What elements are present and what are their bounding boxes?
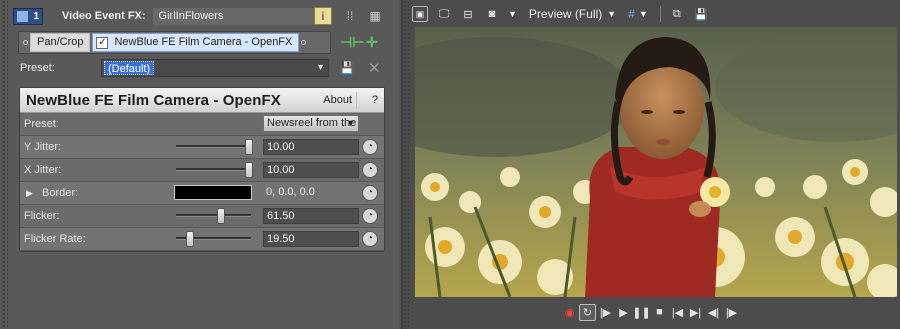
event-name: GirlInFlowers	[152, 7, 319, 25]
chain-link-icon	[23, 40, 28, 45]
parameter-list: Preset: Newsreel from the ▼ Y Jitter: 10.00 ◔…	[20, 113, 384, 251]
panel-grip[interactable]	[403, 0, 409, 329]
slider-track[interactable]	[176, 145, 251, 148]
track-number-icon: 1	[13, 7, 43, 25]
slider-thumb[interactable]	[186, 231, 194, 247]
parameter-label: X Jitter:	[24, 164, 62, 176]
chevron-down-icon[interactable]: ▼	[508, 9, 517, 19]
parameter-row: Flicker: 61.50 ◔	[20, 205, 384, 228]
parameter-label: Y Jitter:	[24, 141, 62, 153]
prev-marker-icon[interactable]: |◀	[669, 304, 686, 321]
chain-item-pan-crop[interactable]: Pan/Crop	[30, 33, 91, 52]
plugin-panel: NewBlue FE Film Camera - OpenFX About ? …	[19, 87, 385, 252]
parameter-label: Flicker Rate:	[24, 233, 86, 245]
expand-icon[interactable]: ▶	[26, 188, 36, 199]
stop-icon[interactable]: ■	[651, 304, 668, 321]
chevron-down-icon: ▼	[346, 118, 355, 128]
save-preset-icon[interactable]: 💾	[340, 61, 355, 75]
plugin-name: NewBlue FE Film Camera - OpenFX	[26, 91, 281, 109]
delete-preset-icon[interactable]: ✕	[368, 59, 381, 77]
help-button[interactable]: ?	[372, 92, 378, 109]
info-icon[interactable]: i	[314, 7, 332, 25]
chain-item-film-camera[interactable]: ✓ NewBlue FE Film Camera - OpenFX	[92, 33, 300, 52]
parameter-row: Y Jitter: 10.00 ◔	[20, 136, 384, 159]
preset-row: Preset: (Default) ▼ 💾 ✕	[20, 58, 392, 78]
parameter-label: Border:	[42, 187, 79, 199]
split-view-icon[interactable]: ⁞⁞	[341, 7, 359, 25]
slider-thumb[interactable]	[245, 162, 253, 178]
preset-select[interactable]: (Default) ▼	[101, 59, 329, 77]
animate-keyframe-icon[interactable]: ◔	[362, 139, 378, 155]
parameter-label: Flicker:	[24, 210, 60, 222]
split-screen-icon[interactable]: ⊟	[460, 6, 476, 22]
preview-quality[interactable]: Preview (Full)	[529, 7, 602, 21]
video-event-fx-panel: 1 Video Event FX: GirlInFlowers i ⁞⁞ ▦ P…	[0, 0, 399, 329]
loop-icon[interactable]: ↻	[579, 303, 596, 321]
chevron-down-icon[interactable]: ▼	[639, 9, 648, 19]
video-frame	[415, 27, 897, 297]
about-button[interactable]: About	[319, 92, 357, 109]
parameter-slider[interactable]	[170, 159, 260, 181]
next-marker-icon[interactable]: ▶|	[687, 304, 704, 321]
animate-keyframe-icon[interactable]: ◔	[362, 231, 378, 247]
parameter-value[interactable]: 0, 0.0, 0.0	[263, 185, 359, 201]
parameter-label: Preset:	[24, 118, 59, 130]
parameter-value[interactable]: 10.00	[263, 139, 359, 155]
fx-title-bar: 1 Video Event FX: GirlInFlowers	[9, 5, 395, 27]
record-icon[interactable]: ◉	[561, 304, 578, 321]
fx-title-label: Video Event FX:	[62, 10, 146, 22]
plugin-header: NewBlue FE Film Camera - OpenFX About ?	[20, 88, 384, 113]
preset-value: (Default)	[104, 61, 155, 75]
parameter-slider[interactable]	[170, 136, 260, 158]
remove-plug-in-icon[interactable]: ✛	[366, 34, 378, 51]
slider-thumb[interactable]	[245, 139, 253, 155]
status-bar	[415, 324, 895, 329]
parameter-value[interactable]: 61.50	[263, 208, 359, 224]
next-frame-icon[interactable]: |▶	[723, 304, 740, 321]
slider-track[interactable]	[176, 168, 251, 171]
slider-track[interactable]	[176, 214, 251, 217]
external-monitor-icon[interactable]: 🖵	[436, 6, 452, 22]
chevron-down-icon: ▼	[316, 62, 325, 72]
play-icon[interactable]: ▶	[615, 304, 632, 321]
toolbar-separator	[659, 6, 661, 22]
parameter-row: X Jitter: 10.00 ◔	[20, 159, 384, 182]
plugin-preset-dropdown[interactable]: Newsreel from the ▼	[263, 115, 359, 132]
bypass-checkbox[interactable]: ✓	[96, 36, 109, 49]
parameter-row: Flicker Rate: 19.50 ◔	[20, 228, 384, 251]
transport-controls: ◉ ↻ |▶ ▶ ❚❚ ■ |◀ ▶| ◀| |▶	[561, 303, 741, 321]
panel-grip[interactable]	[2, 0, 8, 329]
preset-label: Preset:	[20, 62, 55, 74]
video-preview-panel: ▣ 🖵 ⊟ ◙ ▼ Preview (Full) ▼ # ▼ ⧉ 💾 ◉ ↻ |…	[403, 0, 900, 329]
animate-keyframe-icon[interactable]: ◔	[362, 208, 378, 224]
preview-toolbar: ▣ 🖵 ⊟ ◙ ▼ Preview (Full) ▼ # ▼ ⧉ 💾	[412, 4, 717, 24]
save-snapshot-icon[interactable]: 💾	[693, 6, 709, 22]
preview-image	[415, 27, 897, 297]
parameter-slider[interactable]	[170, 205, 260, 227]
parameter-value[interactable]: 10.00	[263, 162, 359, 178]
animate-keyframe-icon[interactable]: ◔	[362, 162, 378, 178]
plugin-chain-bar: Pan/Crop ✓ NewBlue FE Film Camera - Open…	[18, 31, 331, 54]
prev-frame-icon[interactable]: ◀|	[705, 304, 722, 321]
vegas-window: 1 Video Event FX: GirlInFlowers i ⁞⁞ ▦ P…	[0, 0, 900, 329]
play-from-start-icon[interactable]: |▶	[597, 304, 614, 321]
parameter-value[interactable]: 19.50	[263, 231, 359, 247]
grid-view-icon[interactable]: ▦	[366, 7, 384, 25]
copy-snapshot-icon[interactable]: ⧉	[669, 6, 685, 22]
chevron-down-icon[interactable]: ▼	[607, 9, 616, 19]
plugin-preset-value: Newsreel from the	[267, 117, 357, 129]
properties-icon[interactable]: ▣	[412, 6, 428, 22]
parameter-row: ▶ Border: 0, 0.0, 0.0 ◔	[20, 182, 384, 205]
border-color-swatch[interactable]	[174, 185, 252, 200]
overlay-icon[interactable]: ◙	[484, 6, 500, 22]
grid-icon[interactable]: #	[628, 7, 635, 21]
animate-keyframe-icon[interactable]: ◔	[362, 185, 378, 201]
plug-in-chain-icon[interactable]: ⊣⊢	[340, 34, 364, 51]
chain-link-icon	[301, 40, 307, 45]
slider-thumb[interactable]	[217, 208, 225, 224]
parameter-slider[interactable]	[170, 228, 260, 250]
pause-icon[interactable]: ❚❚	[632, 304, 650, 321]
parameter-row: Preset: Newsreel from the ▼	[20, 113, 384, 136]
